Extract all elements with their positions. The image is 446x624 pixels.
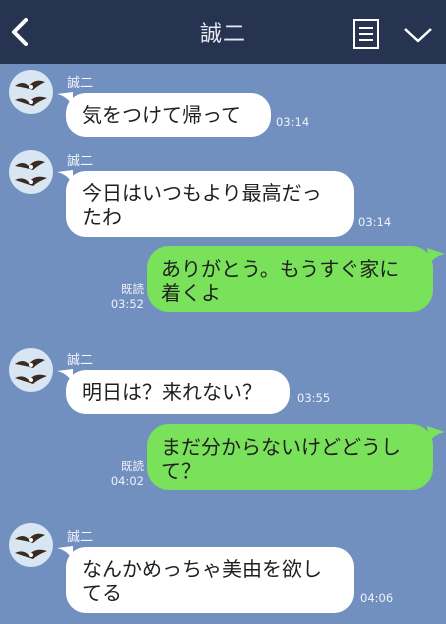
sender-name: 誠二 — [67, 530, 94, 545]
avatar[interactable] — [9, 150, 53, 194]
menu-button[interactable] — [352, 18, 380, 50]
avatar[interactable] — [9, 523, 53, 567]
avatar[interactable] — [9, 70, 53, 114]
message-time: 03:52 — [110, 297, 144, 311]
sender-name: 誠二 — [67, 154, 94, 169]
eagle-icon — [15, 160, 47, 186]
message-time: 03:14 — [358, 215, 392, 229]
chevron-down-icon — [404, 28, 432, 43]
read-receipt: 既読 — [121, 459, 144, 473]
eagle-icon — [15, 533, 47, 559]
bubble-tail — [427, 426, 445, 442]
message-time: 03:55 — [297, 391, 331, 405]
message-time: 04:06 — [360, 591, 394, 605]
sender-name: 誠二 — [67, 353, 94, 368]
read-receipt: 既読 — [121, 282, 144, 296]
collapse-button[interactable] — [402, 24, 434, 46]
message-time: 04:02 — [110, 474, 144, 488]
list-icon — [353, 19, 379, 49]
message-bubble: なんかめっちゃ美由を欲し てる — [66, 547, 354, 613]
message-bubble: ありがとう。もうすぐ家に 着くよ — [147, 246, 433, 312]
eagle-icon — [15, 358, 47, 384]
message-bubble: 気をつけて帰って — [66, 93, 271, 137]
message-bubble: 明日は？来れない？ — [66, 370, 290, 414]
message-time: 03:14 — [276, 115, 310, 129]
eagle-icon — [15, 80, 47, 106]
message-bubble: まだ分からないけどどうし て？ — [147, 424, 433, 490]
chat-header: 誠二 — [0, 0, 446, 64]
sender-name: 誠二 — [67, 76, 94, 91]
message-bubble: 今日はいつもより最高だっ たわ — [66, 171, 354, 237]
avatar[interactable] — [9, 348, 53, 392]
bubble-tail — [427, 248, 445, 264]
